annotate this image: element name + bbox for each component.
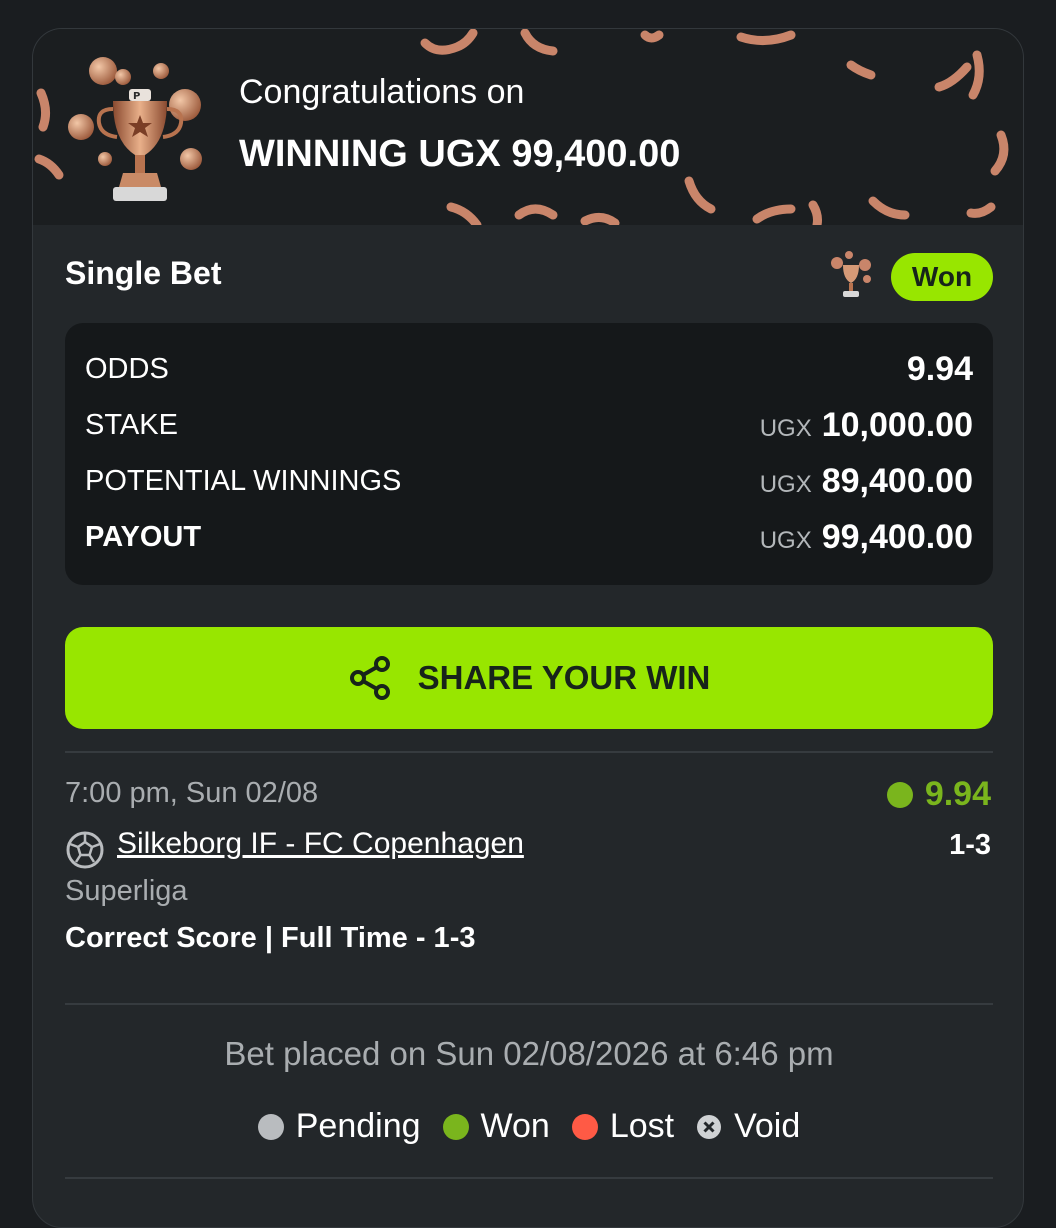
won-status-dot [886, 781, 913, 808]
divider [65, 1177, 993, 1179]
share-button-label: SHARE YOUR WIN [417, 659, 711, 696]
event-odds-value: 9.94 [924, 775, 991, 813]
won-dot [442, 1113, 469, 1140]
summary-row-stake: STAKE UGX 10,000.00 [85, 405, 973, 445]
summary-label: POTENTIAL WINNINGS [85, 464, 402, 497]
pending-dot [257, 1113, 284, 1140]
bet-summary-panel: ODDS 9.94 STAKE UGX 10,000.00 POTENTIAL … [65, 323, 993, 585]
win-banner: P Congratulations on WINNING UGX 99,400.… [33, 29, 1023, 225]
x-circle-icon [697, 1114, 722, 1139]
lost-dot [571, 1113, 598, 1140]
legend-label: Won [480, 1107, 550, 1145]
summary-value: UGX 10,000.00 [760, 406, 973, 445]
divider [65, 751, 993, 753]
summary-row-potential-winnings: POTENTIAL WINNINGS UGX 89,400.00 [85, 461, 973, 501]
amount-value: 10,000.00 [821, 405, 973, 444]
status-legend: Pending Won Lost Void [33, 1107, 1023, 1146]
event-match-link[interactable]: Silkeborg IF - FC Copenhagen [117, 827, 524, 861]
status-badge: Won [891, 253, 993, 301]
summary-value: UGX 99,400.00 [760, 518, 973, 557]
share-icon [349, 656, 390, 700]
trophy-icon: P [68, 57, 202, 201]
legend-item-void: Void [696, 1107, 800, 1146]
legend-item-pending: Pending [257, 1107, 421, 1146]
legend-label: Pending [295, 1107, 421, 1145]
amount-value: 99,400.00 [821, 517, 973, 556]
svg-text:P: P [133, 91, 140, 102]
summary-label: ODDS [85, 352, 169, 385]
event-time: 7:00 pm, Sun 02/08 [65, 777, 319, 809]
winning-amount-text: WINNING UGX 99,400.00 [239, 133, 681, 175]
currency-label: UGX [759, 414, 812, 442]
soccer-ball-icon [66, 831, 104, 869]
currency-label: UGX [759, 526, 812, 554]
summary-value: 9.94 [897, 350, 973, 389]
legend-item-lost: Lost [571, 1107, 675, 1146]
summary-label: PAYOUT [85, 520, 202, 553]
bet-card: P Congratulations on WINNING UGX 99,400.… [32, 28, 1024, 1228]
mini-trophy-icon [831, 251, 871, 297]
divider [65, 1003, 993, 1005]
congratulations-text: Congratulations on [239, 73, 525, 111]
summary-label: STAKE [85, 408, 178, 441]
amount-value: 89,400.00 [821, 461, 973, 500]
share-your-win-button[interactable]: SHARE YOUR WIN [65, 627, 993, 729]
event-market: Correct Score | Full Time - 1-3 [65, 922, 476, 954]
event-score: 1-3 [949, 829, 991, 861]
legend-label: Void [734, 1107, 801, 1145]
legend-item-won: Won [442, 1107, 550, 1146]
summary-value: UGX 89,400.00 [760, 462, 973, 501]
legend-label: Lost [609, 1107, 675, 1145]
event-league: Superliga [65, 875, 188, 907]
summary-row-payout: PAYOUT UGX 99,400.00 [85, 517, 973, 557]
bet-placed-timestamp: Bet placed on Sun 02/08/2026 at 6:46 pm [224, 1035, 834, 1072]
amount-value: 9.94 [906, 349, 973, 388]
currency-label: UGX [759, 470, 812, 498]
bet-type-title: Single Bet [65, 255, 222, 291]
event-odds: 9.94 [886, 775, 991, 814]
summary-row-odds: ODDS 9.94 [85, 349, 973, 389]
